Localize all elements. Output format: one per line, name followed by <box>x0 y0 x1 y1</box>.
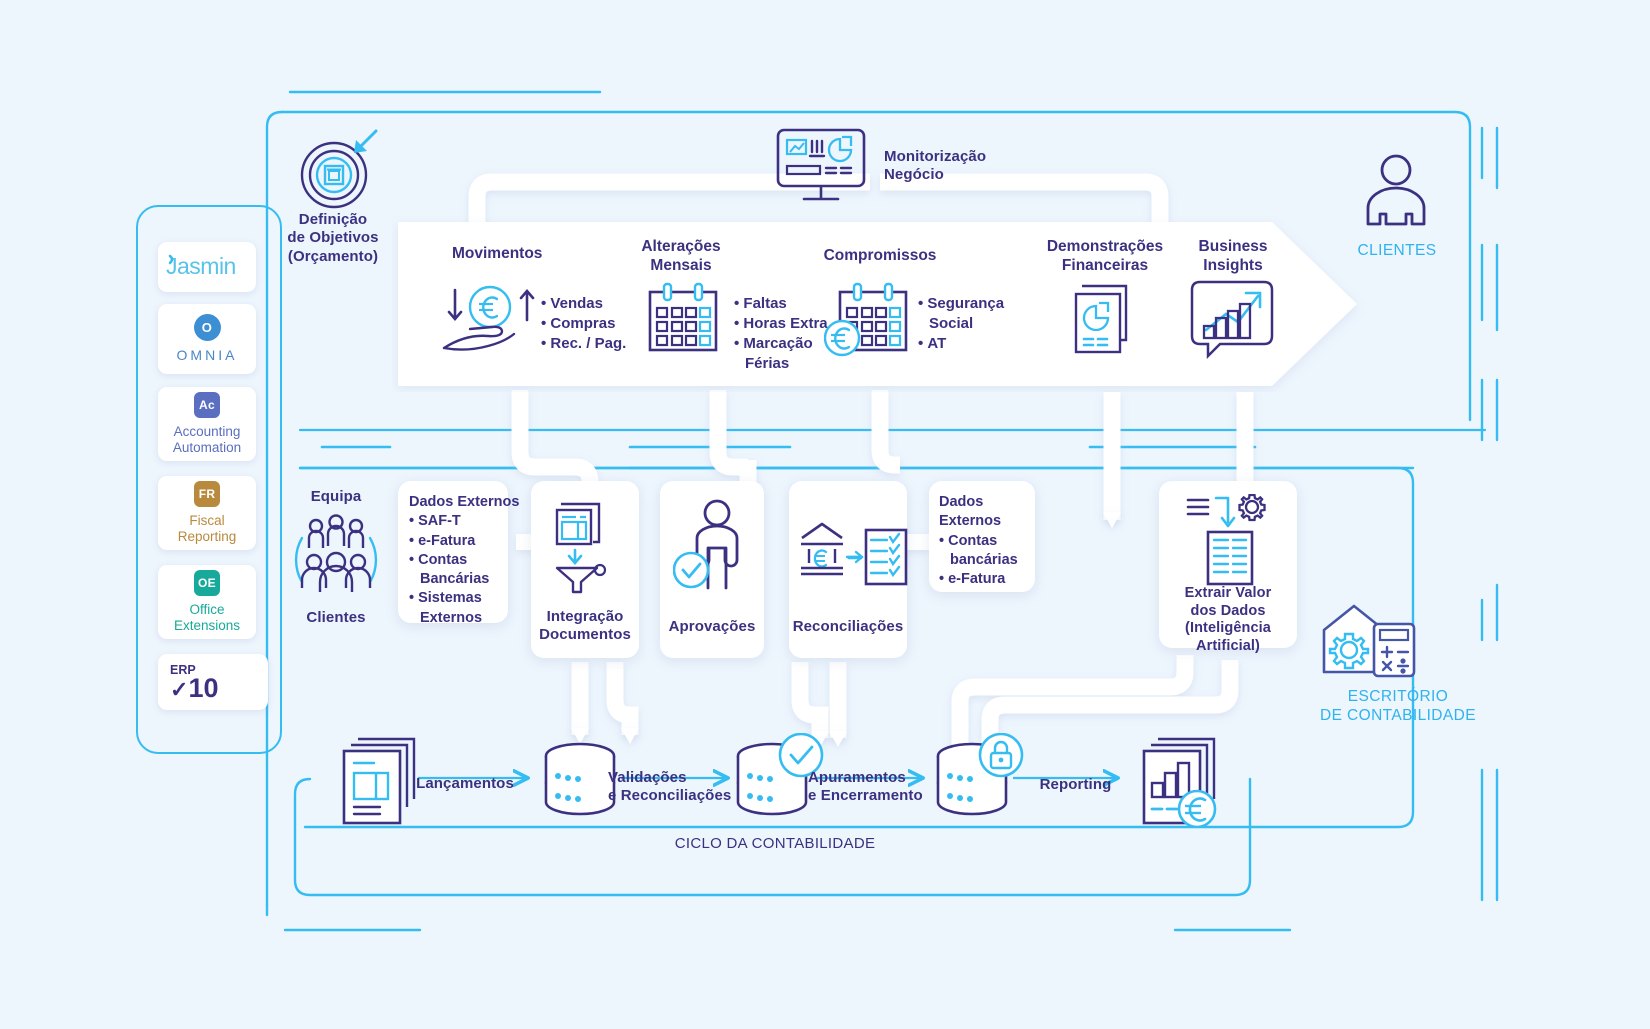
people-group-icon <box>294 514 378 592</box>
arrow-to-target-icon <box>354 129 378 153</box>
monitoring-label: Monitorização Negócio <box>884 148 987 184</box>
financial-statements-icon <box>1074 284 1128 354</box>
office-extensions-badge-icon: OE <box>194 570 220 597</box>
fiscal-reporting-badge-icon: FR <box>194 481 220 508</box>
accounting-automation-badge-icon: Ac <box>194 392 220 419</box>
dados-externos-left-content: Dados Externos • SAF-T • e-Fatura • Cont… <box>409 494 520 626</box>
office-calculator-gear-icon <box>1322 604 1416 678</box>
product-card-erp-v10[interactable]: ERP ✓10 <box>158 654 268 710</box>
reporting-label: Reporting <box>1039 776 1112 793</box>
escritorio-actor-label: ESCRITÓRIO DE CONTABILIDADE <box>1320 688 1476 725</box>
ai-data-extract-icon <box>1186 494 1266 586</box>
lancamentos-label: Lançamentos <box>416 775 514 792</box>
reconciliacoes-label: Reconciliações <box>792 618 904 635</box>
extrair-valor-label: Extrair Valor dos Dados (Inteligência Arti… <box>1184 585 1272 655</box>
omnia-label: OMNIA <box>176 347 238 364</box>
erp-version-label: ✓10 <box>170 672 219 703</box>
diagram-canvas: Jasmin O OMNIA Ac Accounting Automation F… <box>0 0 1650 1029</box>
clientes-actor-label: CLIENTES <box>1357 242 1437 259</box>
person-icon <box>1366 154 1426 226</box>
banner-title-demonstracoes-financeiras: Demonstrações Financeiras <box>1046 238 1164 274</box>
person-check-icon <box>673 499 739 590</box>
product-card-fiscal-reporting[interactable]: FR Fiscal Reporting <box>158 476 256 550</box>
report-euro-icon <box>1142 737 1217 827</box>
banner-title-movimentos: Movimentos <box>452 245 543 262</box>
omnia-badge-icon: O <box>193 314 221 342</box>
validacoes-label: Validações e Reconciliações <box>608 769 732 805</box>
banner-bullets-alteracoes-mensais: • Faltas • Horas Extra • Marcação Férias <box>734 295 828 373</box>
banner-bullets-compromissos: • Segurança Social • AT <box>918 295 1005 353</box>
apuramentos-label: Apuramentos e Encerramento <box>808 769 923 805</box>
database-lock-icon <box>936 733 1024 816</box>
product-card-jasmin[interactable]: Jasmin <box>158 242 256 292</box>
jasmin-logo-icon: Jasmin <box>166 253 236 279</box>
cash-flow-hand-euro-icon <box>442 285 535 351</box>
objectives-label: Definição de Objetivos (Orçamento) <box>287 211 379 265</box>
growth-chart-bubble-icon <box>1190 280 1274 360</box>
banner-title-business-insights: Business Insights <box>1198 238 1268 274</box>
dashboard-monitor-icon <box>776 128 866 201</box>
svg-text:Jasmin: Jasmin <box>166 253 236 279</box>
office-extensions-label: Office Extensions <box>173 602 241 633</box>
equipa-label: Equipa <box>310 488 362 505</box>
integracao-documentos-label: Integração Documentos <box>539 608 631 644</box>
product-card-omnia[interactable]: O OMNIA <box>158 304 256 374</box>
accounting-automation-label: Accounting Automation <box>172 424 242 455</box>
banner-bullets-movimentos: • Vendas • Compras • Rec. / Pag. <box>541 295 627 353</box>
calendar-euro-icon <box>824 282 908 357</box>
banner-title-alteracoes-mensais: Alterações Mensais <box>641 238 721 274</box>
banner-title-compromissos: Compromissos <box>823 247 937 264</box>
calendar-icon <box>648 282 718 352</box>
aprovacoes-label: Aprovações <box>668 618 756 635</box>
ciclo-contabilidade-label: CICLO DA CONTABILIDADE <box>674 835 876 852</box>
dados-externos-right-content: Dados Externos • Contas bancárias • e-Fa… <box>939 494 1018 588</box>
product-card-accounting-automation[interactable]: Ac Accounting Automation <box>158 387 256 461</box>
bank-checklist-icon <box>801 522 908 586</box>
document-funnel-icon <box>555 502 607 594</box>
product-card-office-extensions[interactable]: OE Office Extensions <box>158 565 256 639</box>
clientes-group-label: Clientes <box>306 609 366 626</box>
fiscal-reporting-label: Fiscal Reporting <box>177 513 237 544</box>
